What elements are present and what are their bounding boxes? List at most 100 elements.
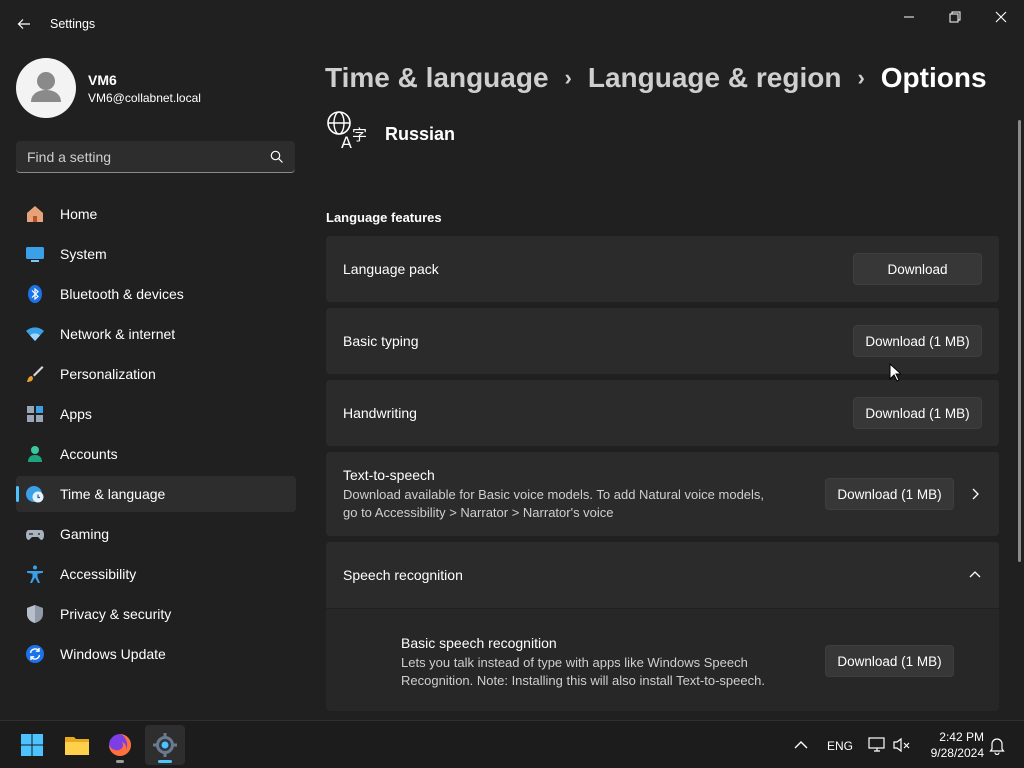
start-icon xyxy=(21,734,43,756)
profile-name: VM6 xyxy=(88,72,117,88)
restore-button[interactable] xyxy=(932,4,978,30)
language-icon: A 字 xyxy=(327,111,367,150)
sidebar-item-home[interactable]: Home xyxy=(16,196,296,232)
firefox-icon xyxy=(109,734,131,756)
tts-label: Text-to-speech xyxy=(343,467,435,483)
time-language-icon xyxy=(26,486,44,503)
brush-icon xyxy=(27,366,44,382)
svg-text:字: 字 xyxy=(352,126,367,144)
file-explorer-button[interactable] xyxy=(57,725,97,765)
app-title: Settings xyxy=(50,17,96,31)
sidebar-item-apps[interactable]: Apps xyxy=(16,396,296,432)
volume-muted-icon[interactable] xyxy=(892,735,912,755)
basic-typing-label: Basic typing xyxy=(343,333,419,349)
section-title: Language features xyxy=(326,210,442,225)
basic-speech-download-button[interactable]: Download (1 MB) xyxy=(825,645,954,677)
settings-taskbar-button[interactable] xyxy=(145,725,185,765)
language-pack-card: Language pack Download xyxy=(326,236,999,302)
settings-icon xyxy=(153,733,177,757)
page-title: Options xyxy=(880,62,987,93)
sidebar-item-windows-update[interactable]: Windows Update xyxy=(16,636,296,672)
home-icon xyxy=(27,206,43,222)
start-button[interactable] xyxy=(12,725,52,765)
tts-description-line2: go to Accessibility > Narrator > Narrato… xyxy=(343,505,614,520)
sidebar-item-label: Network & internet xyxy=(60,326,176,342)
notification-bell-icon[interactable] xyxy=(987,735,1007,755)
sidebar-item-label: Time & language xyxy=(60,486,166,502)
clock-date: 9/28/2024 xyxy=(930,746,984,760)
restore-icon xyxy=(949,11,961,23)
clock-time: 2:42 PM xyxy=(939,730,984,744)
back-arrow-icon xyxy=(17,19,30,29)
wifi-icon xyxy=(26,327,44,341)
user-profile[interactable]: VM6 VM6@collabnet.local xyxy=(16,58,296,118)
breadcrumb-language-region[interactable]: Language & region xyxy=(588,62,842,94)
sidebar-item-label: Accessibility xyxy=(60,566,137,582)
chevron-up-icon[interactable] xyxy=(791,735,811,755)
user-avatar-icon xyxy=(31,72,61,102)
basic-speech-description-line1: Lets you talk instead of type with apps … xyxy=(401,655,748,670)
network-icon[interactable] xyxy=(867,735,887,755)
sidebar-item-network[interactable]: Network & internet xyxy=(16,316,296,352)
language-pack-label: Language pack xyxy=(343,261,439,277)
system-icon xyxy=(26,247,44,262)
bluetooth-icon xyxy=(28,285,42,303)
chevron-right-icon[interactable] xyxy=(967,486,983,502)
sidebar-item-accessibility[interactable]: Accessibility xyxy=(16,556,296,592)
file-explorer-icon xyxy=(65,737,89,755)
sidebar-item-bluetooth[interactable]: Bluetooth & devices xyxy=(16,276,296,312)
sidebar-item-label: System xyxy=(60,246,107,262)
sidebar-item-privacy[interactable]: Privacy & security xyxy=(16,596,296,632)
sidebar-item-label: Gaming xyxy=(60,526,110,542)
minimize-button[interactable] xyxy=(886,4,932,30)
chevron-up-icon[interactable] xyxy=(967,567,983,583)
back-button[interactable] xyxy=(12,12,36,36)
shield-icon xyxy=(27,605,43,623)
accessibility-icon xyxy=(27,565,43,583)
breadcrumb-time-language[interactable]: Time & language xyxy=(325,62,549,94)
text-to-speech-card[interactable]: Text-to-speech Download available for Ba… xyxy=(326,452,999,536)
sidebar-item-gaming[interactable]: Gaming xyxy=(16,516,296,552)
basic-speech-description-line2: Recognition. Note: Installing this will … xyxy=(401,673,765,688)
speech-recognition-card[interactable]: Speech recognition xyxy=(326,542,999,608)
minimize-icon xyxy=(904,16,914,18)
sidebar-item-label: Home xyxy=(60,206,98,222)
search-input[interactable]: Find a setting xyxy=(27,149,111,165)
basic-typing-download-button[interactable]: Download (1 MB) xyxy=(853,325,982,357)
handwriting-download-button[interactable]: Download (1 MB) xyxy=(853,397,982,429)
handwriting-card: Handwriting Download (1 MB) xyxy=(326,380,999,446)
profile-email: VM6@collabnet.local xyxy=(88,91,201,105)
sidebar-item-label: Accounts xyxy=(60,446,118,462)
search-icon xyxy=(270,150,283,163)
running-indicator xyxy=(158,760,172,763)
sidebar-item-accounts[interactable]: Accounts xyxy=(16,436,296,472)
sidebar-item-label: Privacy & security xyxy=(60,606,172,622)
basic-speech-label: Basic speech recognition xyxy=(401,635,557,651)
breadcrumb: Time & language › Language & region › Op… xyxy=(325,58,987,98)
firefox-button[interactable] xyxy=(100,725,140,765)
gamepad-icon xyxy=(26,530,44,540)
scrollbar[interactable] xyxy=(1018,120,1021,562)
tts-download-button[interactable]: Download (1 MB) xyxy=(825,478,954,510)
svg-text:A: A xyxy=(341,133,352,150)
breadcrumb-separator: › xyxy=(857,65,865,90)
taskbar: ENG 2:42 PM 9/28/2024 xyxy=(0,720,1024,768)
sidebar-item-label: Bluetooth & devices xyxy=(60,286,184,302)
clock[interactable]: 2:42 PM 9/28/2024 xyxy=(920,729,984,761)
sidebar-item-system[interactable]: System xyxy=(16,236,296,272)
sidebar-item-label: Apps xyxy=(60,406,92,422)
sidebar-item-personalization[interactable]: Personalization xyxy=(16,356,296,392)
update-icon xyxy=(26,645,44,663)
speech-recognition-label: Speech recognition xyxy=(343,567,463,583)
sidebar-item-label: Personalization xyxy=(60,366,156,382)
search-box[interactable]: Find a setting xyxy=(16,141,295,173)
input-language-indicator[interactable]: ENG xyxy=(827,739,853,753)
avatar xyxy=(16,58,76,118)
sidebar-item-time-language[interactable]: Time & language xyxy=(16,476,296,512)
basic-speech-recognition-card: Basic speech recognition Lets you talk i… xyxy=(326,609,999,711)
running-indicator xyxy=(116,760,124,763)
language-pack-download-button[interactable]: Download xyxy=(853,253,982,285)
close-button[interactable] xyxy=(978,4,1024,30)
sidebar-nav: Home System Bluetooth & devices Network … xyxy=(16,196,296,676)
accounts-icon xyxy=(28,446,42,462)
